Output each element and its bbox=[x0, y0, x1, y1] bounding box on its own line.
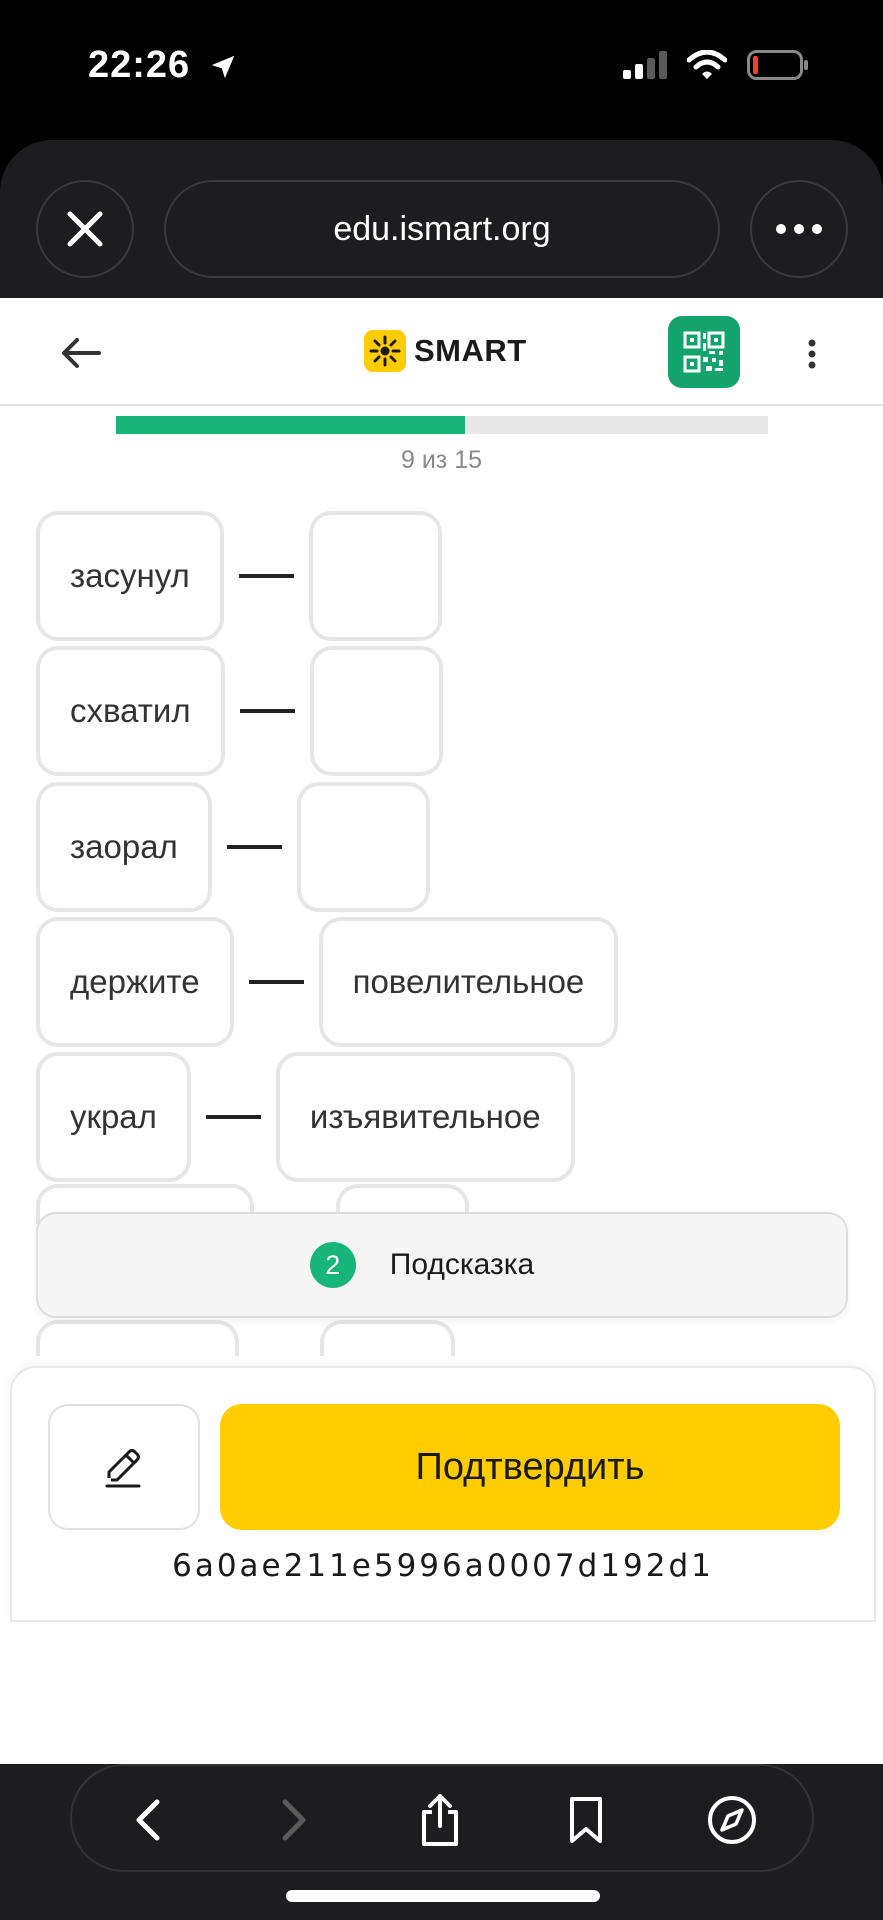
sun-logo-icon bbox=[364, 330, 406, 372]
share-button[interactable] bbox=[410, 1790, 470, 1850]
match-row: держите повелительное bbox=[36, 914, 619, 1050]
edit-button[interactable] bbox=[48, 1404, 200, 1530]
url-field[interactable]: edu.ismart.org bbox=[164, 180, 720, 278]
word-card[interactable]: держите bbox=[36, 917, 234, 1047]
match-row: засунул bbox=[36, 508, 442, 644]
status-time-text: 22:26 bbox=[88, 44, 191, 86]
tabs-compass-button[interactable] bbox=[702, 1790, 762, 1850]
hint-count-badge: 2 bbox=[309, 1242, 356, 1288]
match-row: заорал bbox=[36, 779, 430, 915]
answer-card[interactable]: повелительное bbox=[318, 917, 619, 1047]
dash-connector bbox=[248, 980, 304, 984]
forward-nav-button[interactable] bbox=[264, 1790, 324, 1850]
bookmark-icon bbox=[570, 1797, 602, 1843]
battery-low-icon bbox=[747, 50, 808, 80]
app-menu-button[interactable] bbox=[800, 334, 824, 374]
browser-menu-button[interactable] bbox=[750, 180, 848, 278]
browser-top-bar: edu.ismart.org bbox=[0, 140, 883, 298]
location-arrow-icon bbox=[211, 55, 235, 79]
status-time: 22:26 bbox=[88, 44, 238, 87]
confirm-button[interactable]: Подтвердить bbox=[220, 1404, 840, 1530]
url-text: edu.ismart.org bbox=[333, 209, 551, 248]
pencil-icon bbox=[105, 1449, 141, 1488]
close-tab-button[interactable] bbox=[36, 180, 134, 278]
compass-icon bbox=[708, 1796, 756, 1844]
status-bar: 22:26 bbox=[0, 0, 883, 140]
more-vertical-icon bbox=[808, 339, 816, 369]
more-horizontal-icon bbox=[776, 224, 822, 234]
word-card-partial bbox=[36, 1320, 239, 1356]
match-row: украл изъявительное bbox=[36, 1049, 575, 1185]
action-panel: Подтвердить 6a0ae211e5996a0007d192d1 bbox=[10, 1366, 876, 1622]
answer-slot[interactable] bbox=[308, 511, 442, 641]
chevron-left-icon bbox=[136, 1799, 160, 1841]
chevron-right-icon bbox=[282, 1799, 306, 1841]
task-id: 6a0ae211e5996a0007d192d1 bbox=[172, 1548, 714, 1584]
browser-top-bar-surface: edu.ismart.org bbox=[0, 140, 883, 298]
hint-button[interactable]: 2 Подсказка bbox=[36, 1212, 848, 1318]
toolbar-pill bbox=[70, 1764, 814, 1872]
word-card[interactable]: украл bbox=[36, 1052, 191, 1182]
dash-connector bbox=[226, 845, 282, 849]
dash-connector bbox=[239, 709, 295, 713]
arrow-left-icon bbox=[62, 338, 101, 368]
dash-connector bbox=[238, 574, 294, 578]
close-icon bbox=[67, 211, 103, 247]
progress-bar bbox=[116, 416, 768, 434]
word-card[interactable]: схватил bbox=[36, 646, 225, 776]
smart-logo: SMART bbox=[364, 330, 527, 372]
match-row: схватил bbox=[36, 643, 443, 779]
word-card[interactable]: засунул bbox=[36, 511, 224, 641]
cellular-signal-icon bbox=[623, 51, 667, 79]
bookmarks-button[interactable] bbox=[556, 1790, 616, 1850]
app-header: SMART bbox=[0, 298, 883, 406]
progress-counter: 9 из 15 bbox=[400, 446, 483, 474]
back-nav-button[interactable] bbox=[118, 1790, 178, 1850]
dash-connector bbox=[205, 1115, 261, 1119]
logo-text: SMART bbox=[414, 333, 527, 368]
answer-card[interactable]: изъявительное bbox=[275, 1052, 575, 1182]
wifi-icon bbox=[687, 50, 727, 79]
status-indicators bbox=[623, 50, 809, 80]
share-icon bbox=[422, 1794, 458, 1846]
answer-slot[interactable] bbox=[296, 782, 430, 912]
qr-code-button[interactable] bbox=[668, 316, 740, 388]
qr-code-icon bbox=[683, 331, 725, 373]
back-button[interactable] bbox=[58, 330, 104, 376]
hint-label: Подсказка bbox=[389, 1248, 535, 1281]
word-card[interactable]: заорал bbox=[36, 782, 212, 912]
home-indicator bbox=[286, 1890, 600, 1902]
answer-slot[interactable] bbox=[309, 646, 443, 776]
progress-fill bbox=[116, 416, 466, 434]
answer-slot-partial bbox=[320, 1320, 455, 1356]
